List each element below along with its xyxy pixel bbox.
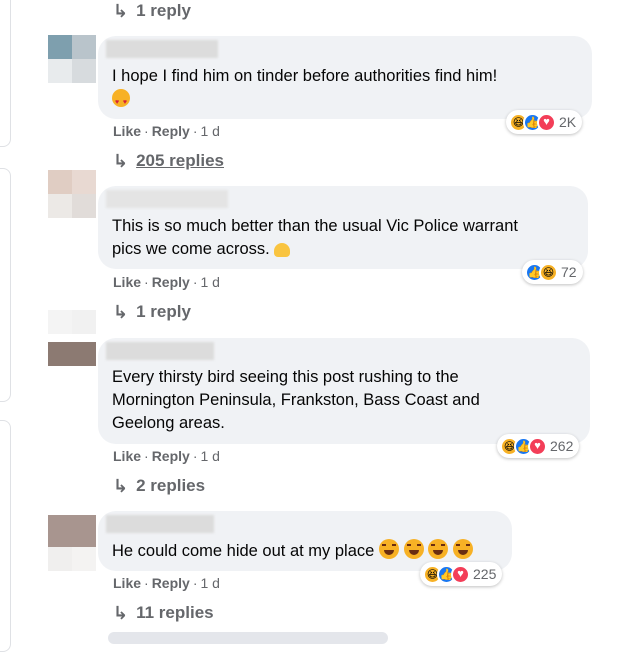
comment-actions: Like · Reply · 1 d: [113, 123, 220, 139]
reply-arrow-icon: ↳: [113, 1, 129, 21]
comment-bubble: This is so much better than the usual Vi…: [98, 186, 588, 269]
comment-actions: Like · Reply · 1 d: [113, 448, 220, 464]
view-replies-link[interactable]: ↳ 2 replies: [113, 476, 205, 496]
view-replies-link[interactable]: ↳ 11 replies: [113, 603, 214, 623]
view-replies-link[interactable]: ↳ 205 replies: [113, 151, 224, 171]
timestamp[interactable]: 1 d: [200, 123, 219, 139]
haha-reaction-icon: 😆: [539, 262, 558, 282]
reactions-summary[interactable]: 👍 😆 72: [522, 260, 583, 284]
love-reaction-icon: ♥: [537, 112, 556, 132]
raised-hands-emoji-icon: [274, 243, 291, 257]
reaction-count: 225: [473, 566, 497, 582]
love-reaction-icon: ♥: [528, 436, 547, 456]
panel-edge-segment: [0, 420, 11, 652]
reactions-summary[interactable]: 😆 👍 ♥ 225: [420, 562, 503, 586]
reply-action[interactable]: Reply: [152, 123, 190, 139]
timestamp[interactable]: 1 d: [200, 575, 219, 591]
panel-edge-segment: [0, 168, 11, 402]
laughing-emoji-icon: [403, 539, 424, 559]
avatar[interactable]: [48, 35, 96, 107]
heart-eyes-emoji-icon: [112, 89, 130, 114]
avatar[interactable]: [48, 310, 96, 382]
like-action[interactable]: Like: [113, 448, 141, 464]
reply-arrow-icon: ↳: [113, 476, 129, 496]
timestamp[interactable]: 1 d: [200, 448, 219, 464]
left-panel-edge: [0, 0, 12, 652]
reply-arrow-icon: ↳: [113, 302, 129, 322]
laughing-emoji-icon: [378, 539, 399, 559]
author-name-blurred[interactable]: [106, 40, 218, 58]
comment-text: He could come hide out at my place: [112, 539, 473, 563]
author-name-blurred[interactable]: [106, 190, 228, 208]
love-reaction-icon: ♥: [451, 564, 470, 584]
like-action[interactable]: Like: [113, 274, 141, 290]
reaction-count: 2K: [559, 114, 577, 130]
avatar[interactable]: [48, 515, 96, 587]
panel-edge-segment: [0, 0, 11, 147]
reply-action[interactable]: Reply: [152, 274, 190, 290]
reply-action[interactable]: Reply: [152, 448, 190, 464]
comment-bubble: Every thirsty bird seeing this post rush…: [98, 338, 590, 444]
comment-text: This is so much better than the usual Vi…: [112, 217, 518, 258]
next-comment-bubble-edge: [108, 632, 388, 644]
comment-actions: Like · Reply · 1 d: [113, 274, 220, 290]
avatar[interactable]: [48, 170, 96, 242]
view-replies-link[interactable]: ↳ 1 reply: [113, 302, 191, 322]
author-name-blurred[interactable]: [106, 342, 214, 360]
author-name-blurred[interactable]: [106, 515, 214, 533]
reply-action[interactable]: Reply: [152, 575, 190, 591]
like-action[interactable]: Like: [113, 575, 141, 591]
reply-arrow-icon: ↳: [113, 151, 129, 171]
laughing-emoji-icon: [428, 539, 449, 559]
like-action[interactable]: Like: [113, 123, 141, 139]
laughing-emoji-icon: [452, 539, 473, 559]
comment-actions: Like · Reply · 1 d: [113, 575, 220, 591]
reply-arrow-icon: ↳: [113, 603, 129, 623]
timestamp[interactable]: 1 d: [200, 274, 219, 290]
comment-text: Every thirsty bird seeing this post rush…: [112, 368, 480, 432]
reactions-summary[interactable]: 😆 👍 ♥ 2K: [506, 110, 583, 134]
comment-bubble: I hope I find him on tinder before autho…: [98, 36, 592, 119]
reaction-count: 72: [561, 264, 577, 280]
comment-text: I hope I find him on tinder before autho…: [112, 65, 497, 114]
view-replies-link[interactable]: ↳ 1 reply: [113, 1, 191, 21]
reactions-summary[interactable]: 😆 👍 ♥ 262: [497, 434, 580, 458]
reaction-count: 262: [550, 438, 574, 454]
